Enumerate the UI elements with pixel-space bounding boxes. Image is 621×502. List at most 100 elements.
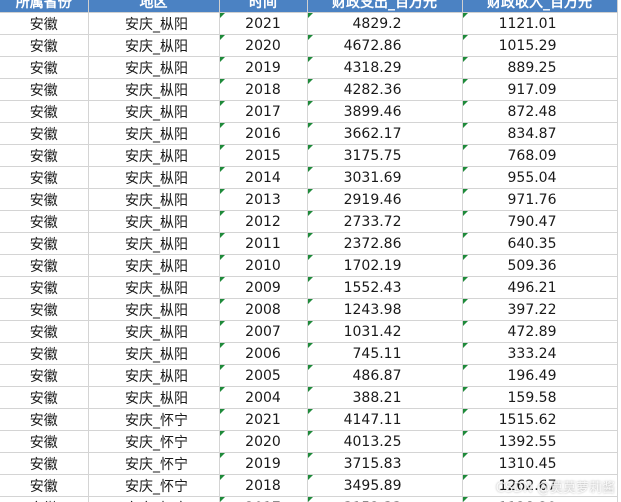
cell-revenue[interactable]: 159.58 [462,386,618,409]
cell-year[interactable]: 2014 [219,166,308,189]
cell-expenditure[interactable]: 2919.46 [307,188,463,211]
cell-revenue[interactable]: 397.22 [462,298,618,321]
cell-expenditure[interactable]: 3175.75 [307,144,463,167]
cell-region[interactable]: 安庆_枞阳 [88,232,220,255]
cell-province[interactable]: 安徽 [0,452,89,475]
cell-year[interactable]: 2021 [219,12,308,35]
cell-revenue[interactable]: 1310.45 [462,452,618,475]
cell-year[interactable]: 2008 [219,298,308,321]
cell-expenditure[interactable]: 388.21 [307,386,463,409]
cell-province[interactable]: 安徽 [0,276,89,299]
cell-year[interactable]: 2021 [219,408,308,431]
cell-region[interactable]: 安庆_枞阳 [88,122,220,145]
cell-province[interactable]: 安徽 [0,320,89,343]
cell-year[interactable]: 2020 [219,430,308,453]
cell-province[interactable]: 安徽 [0,12,89,35]
cell-region[interactable]: 安庆_枞阳 [88,56,220,79]
cell-region[interactable]: 安庆_枞阳 [88,342,220,365]
cell-revenue[interactable]: 1392.55 [462,430,618,453]
cell-region[interactable]: 安庆_枞阳 [88,364,220,387]
cell-revenue[interactable]: 640.35 [462,232,618,255]
cell-year[interactable]: 2020 [219,34,308,57]
cell-region[interactable]: 安庆_枞阳 [88,210,220,233]
cell-year[interactable]: 2005 [219,364,308,387]
cell-expenditure[interactable]: 745.11 [307,342,463,365]
cell-expenditure[interactable]: 4147.11 [307,408,463,431]
cell-province[interactable]: 安徽 [0,34,89,57]
cell-expenditure[interactable]: 3495.89 [307,474,463,497]
cell-region[interactable]: 安庆_枞阳 [88,12,220,35]
cell-expenditure[interactable]: 1243.98 [307,298,463,321]
cell-region[interactable]: 安庆_枞阳 [88,188,220,211]
cell-province[interactable]: 安徽 [0,342,89,365]
cell-revenue[interactable]: 971.76 [462,188,618,211]
cell-revenue[interactable]: 1515.62 [462,408,618,431]
cell-revenue[interactable]: 768.09 [462,144,618,167]
cell-expenditure[interactable]: 2372.86 [307,232,463,255]
cell-revenue[interactable]: 496.21 [462,276,618,299]
cell-region[interactable]: 安庆_枞阳 [88,34,220,57]
cell-province[interactable]: 安徽 [0,122,89,145]
cell-year[interactable]: 2018 [219,78,308,101]
cell-revenue[interactable]: 509.36 [462,254,618,277]
cell-year[interactable]: 2017 [219,496,308,502]
cell-year[interactable]: 2019 [219,56,308,79]
cell-revenue[interactable]: 333.24 [462,342,618,365]
cell-region[interactable]: 安庆_枞阳 [88,276,220,299]
cell-expenditure[interactable]: 3899.46 [307,100,463,123]
cell-region[interactable]: 安庆_怀宁 [88,496,220,502]
cell-revenue[interactable]: 955.04 [462,166,618,189]
cell-expenditure[interactable]: 4672.86 [307,34,463,57]
cell-region[interactable]: 安庆_枞阳 [88,100,220,123]
cell-year[interactable]: 2010 [219,254,308,277]
cell-province[interactable]: 安徽 [0,430,89,453]
cell-expenditure[interactable]: 4829.2 [307,12,463,35]
cell-year[interactable]: 2017 [219,100,308,123]
cell-year[interactable]: 2018 [219,474,308,497]
cell-year[interactable]: 2009 [219,276,308,299]
cell-revenue[interactable]: 1121.01 [462,12,618,35]
cell-expenditure[interactable]: 2733.72 [307,210,463,233]
cell-expenditure[interactable]: 3031.69 [307,166,463,189]
cell-province[interactable]: 安徽 [0,386,89,409]
cell-year[interactable]: 2019 [219,452,308,475]
cell-year[interactable]: 2007 [219,320,308,343]
cell-year[interactable]: 2016 [219,122,308,145]
cell-province[interactable]: 安徽 [0,364,89,387]
cell-year[interactable]: 2013 [219,188,308,211]
cell-region[interactable]: 安庆_枞阳 [88,298,220,321]
cell-province[interactable]: 安徽 [0,144,89,167]
cell-expenditure[interactable]: 1552.43 [307,276,463,299]
cell-region[interactable]: 安庆_枞阳 [88,320,220,343]
cell-year[interactable]: 2004 [219,386,308,409]
cell-revenue[interactable]: 834.87 [462,122,618,145]
cell-region[interactable]: 安庆_怀宁 [88,452,220,475]
cell-province[interactable]: 安徽 [0,408,89,431]
cell-province[interactable]: 安徽 [0,298,89,321]
cell-expenditure[interactable]: 1031.42 [307,320,463,343]
cell-province[interactable]: 安徽 [0,166,89,189]
cell-province[interactable]: 安徽 [0,78,89,101]
cell-region[interactable]: 安庆_怀宁 [88,408,220,431]
cell-province[interactable]: 安徽 [0,56,89,79]
cell-region[interactable]: 安庆_枞阳 [88,386,220,409]
cell-expenditure[interactable]: 3715.83 [307,452,463,475]
header-region[interactable]: 地区 [88,0,220,13]
cell-region[interactable]: 安庆_枞阳 [88,144,220,167]
cell-province[interactable]: 安徽 [0,254,89,277]
cell-year[interactable]: 2015 [219,144,308,167]
cell-expenditure[interactable]: 3662.17 [307,122,463,145]
header-province[interactable]: 所属省份 [0,0,89,13]
cell-region[interactable]: 安庆_枞阳 [88,166,220,189]
cell-expenditure[interactable]: 4318.29 [307,56,463,79]
cell-province[interactable]: 安徽 [0,232,89,255]
cell-expenditure[interactable]: 4013.25 [307,430,463,453]
cell-region[interactable]: 安庆_枞阳 [88,78,220,101]
cell-revenue[interactable]: 1128.29 [462,496,618,502]
cell-revenue[interactable]: 917.09 [462,78,618,101]
cell-expenditure[interactable]: 3152.33 [307,496,463,502]
cell-province[interactable]: 安徽 [0,474,89,497]
header-year[interactable]: 时间 [219,0,308,13]
cell-year[interactable]: 2006 [219,342,308,365]
cell-province[interactable]: 安徽 [0,210,89,233]
